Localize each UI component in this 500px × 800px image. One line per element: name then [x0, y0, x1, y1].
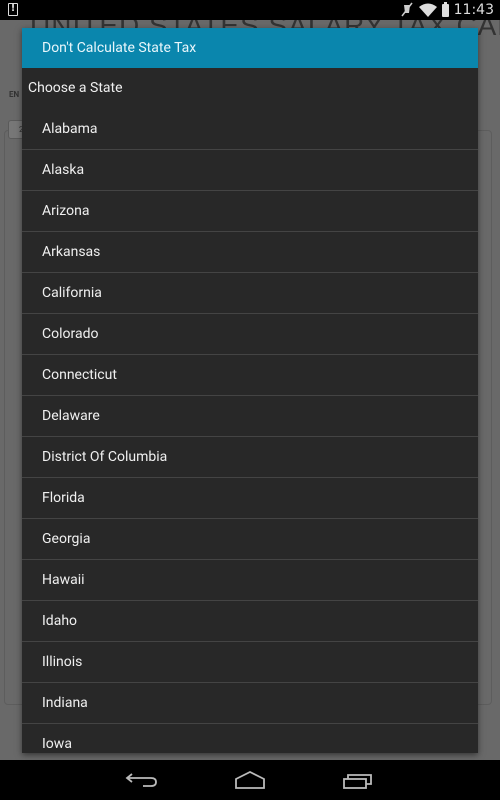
alert-icon: ! — [8, 3, 18, 16]
state-item[interactable]: Idaho — [22, 601, 478, 642]
home-icon — [235, 770, 265, 789]
dont-calculate-state-tax-option[interactable]: Don't Calculate State Tax — [22, 28, 478, 68]
wifi-icon — [418, 3, 437, 17]
mute-icon — [401, 2, 413, 17]
status-bar: ! 11:43 — [0, 0, 500, 20]
state-item[interactable]: California — [22, 273, 478, 314]
state-item[interactable]: Delaware — [22, 396, 478, 437]
state-item[interactable]: Hawaii — [22, 560, 478, 601]
state-item[interactable]: Georgia — [22, 519, 478, 560]
back-button[interactable] — [123, 768, 163, 792]
state-item[interactable]: Iowa — [22, 724, 478, 753]
recent-apps-icon — [343, 774, 372, 789]
status-icons: 11:43 — [400, 1, 494, 19]
state-item[interactable]: Colorado — [22, 314, 478, 355]
navigation-bar — [0, 760, 500, 800]
home-button[interactable] — [230, 768, 270, 792]
state-list[interactable]: Alabama Alaska Arizona Arkansas California Co… — [22, 109, 478, 753]
battery-icon — [441, 1, 449, 17]
state-item[interactable]: Alaska — [22, 150, 478, 191]
state-item[interactable]: Arkansas — [22, 232, 478, 273]
clock: 11:43 — [453, 2, 494, 18]
state-item[interactable]: Illinois — [22, 642, 478, 683]
state-item[interactable]: Indiana — [22, 683, 478, 724]
state-item[interactable]: Alabama — [22, 109, 478, 150]
state-item[interactable]: Connecticut — [22, 355, 478, 396]
state-item[interactable]: District Of Columbia — [22, 437, 478, 478]
back-icon — [125, 773, 157, 787]
field-label: EN — [9, 90, 20, 99]
state-item[interactable]: Arizona — [22, 191, 478, 232]
choose-state-label: Choose a State — [28, 80, 123, 96]
recent-apps-button[interactable] — [337, 768, 377, 792]
state-picker-dialog: Don't Calculate State Tax Choose a State… — [22, 28, 478, 753]
state-item[interactable]: Florida — [22, 478, 478, 519]
